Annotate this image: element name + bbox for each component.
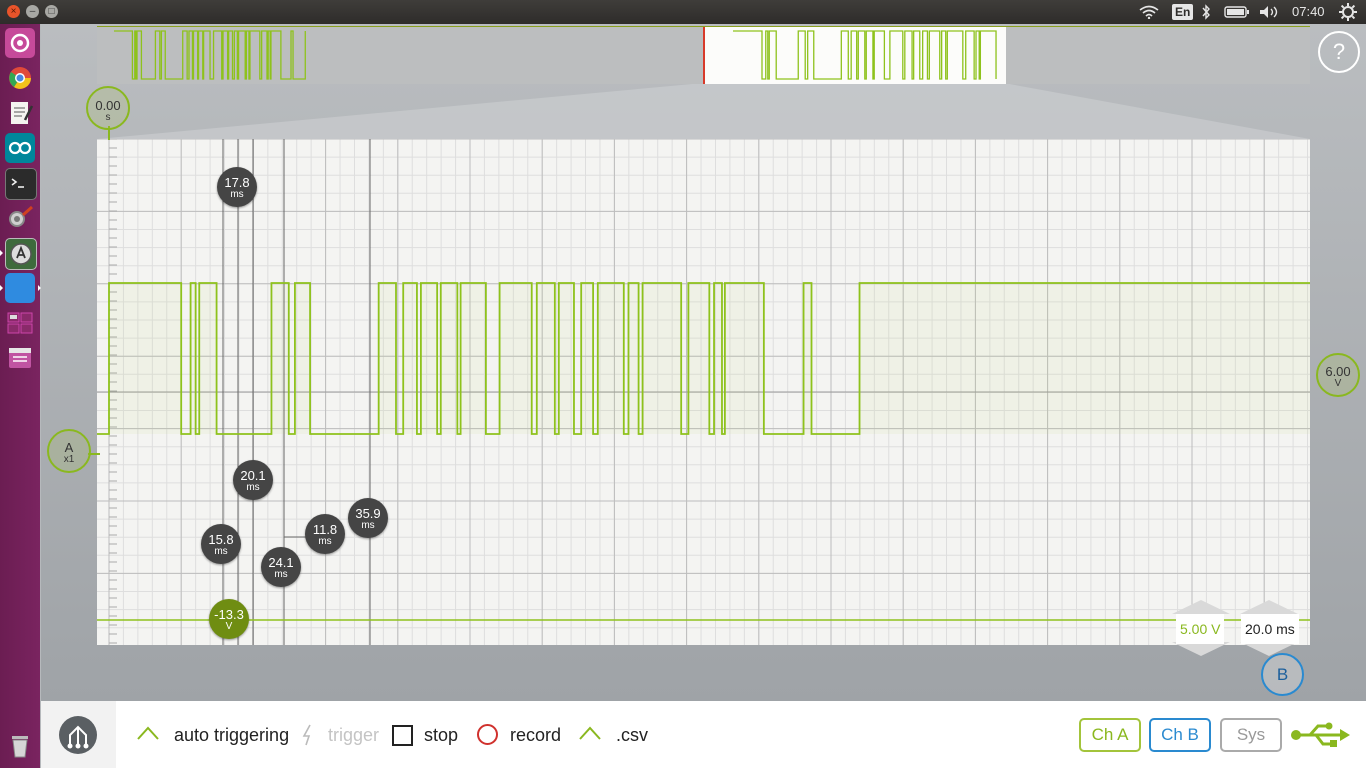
voltage-offset-marker[interactable]: 6.00 V [1316, 353, 1360, 397]
auto-trigger-icon[interactable] [136, 725, 160, 741]
csv-export-icon[interactable] [578, 725, 602, 741]
battery-icon[interactable] [1224, 6, 1250, 18]
overview-waveform-segment [114, 30, 306, 80]
system-top-bar: × – □ En 07:40 [0, 0, 1366, 24]
stop-label[interactable]: stop [424, 724, 458, 746]
channel-a-offset-marker[interactable]: Ax1 [47, 429, 91, 473]
overview-waveform-segment [733, 30, 997, 80]
channel-a-button[interactable]: Ch A [1079, 718, 1141, 752]
auto-triggering-label[interactable]: auto triggering [174, 724, 289, 746]
measurement-bubble[interactable]: 11.8 ms [305, 514, 345, 554]
capture-overview[interactable] [97, 26, 1310, 84]
csv-label[interactable]: .csv [616, 724, 648, 746]
app-logo[interactable] [41, 701, 116, 768]
bluetooth-icon[interactable] [1201, 4, 1211, 20]
record-icon[interactable] [477, 724, 498, 745]
stop-checkbox[interactable] [392, 725, 413, 746]
measurement-bubble[interactable]: 24.1 ms [261, 547, 301, 587]
usb-icon[interactable] [1290, 721, 1352, 749]
wifi-icon[interactable] [1139, 5, 1159, 19]
system-button[interactable]: Sys [1220, 718, 1282, 752]
measurement-bubble[interactable]: 17.8 ms [217, 167, 257, 207]
volume-icon[interactable] [1259, 5, 1281, 19]
trigger-level-marker[interactable]: -13.3 V [209, 599, 249, 639]
channel-b-marker[interactable]: B [1261, 653, 1304, 696]
zoom-region-connector [97, 83, 1310, 139]
channel-b-button[interactable]: Ch B [1149, 718, 1211, 752]
measurement-bubble[interactable]: 20.1 ms [233, 460, 273, 500]
timebase-marker[interactable]: 0.00 s [86, 86, 130, 130]
measurement-bubble[interactable]: 35.9 ms [348, 498, 388, 538]
time-per-div-value[interactable]: 20.0 ms [1241, 614, 1299, 644]
volts-per-div-value[interactable]: 5.00 V [1176, 614, 1225, 644]
keyboard-language-indicator[interactable]: En [1172, 4, 1194, 20]
record-label[interactable]: record [510, 724, 561, 746]
clock[interactable]: 07:40 [1292, 0, 1325, 24]
session-gear-icon[interactable] [1339, 3, 1357, 21]
bottom-toolbar: auto triggering trigger stop record .csv… [41, 701, 1366, 768]
window-maximize-button[interactable]: □ [45, 5, 58, 18]
measurement-bubble[interactable]: 15.8 ms [201, 524, 241, 564]
waveform-fill [97, 283, 1310, 434]
help-button[interactable]: ? [1318, 31, 1360, 73]
circuit-logo-icon [59, 716, 97, 754]
trigger-bolt-icon[interactable] [301, 724, 315, 746]
trigger-label[interactable]: trigger [328, 724, 379, 746]
overview-waveform [114, 30, 997, 80]
launcher-active-indicators [0, 250, 41, 291]
